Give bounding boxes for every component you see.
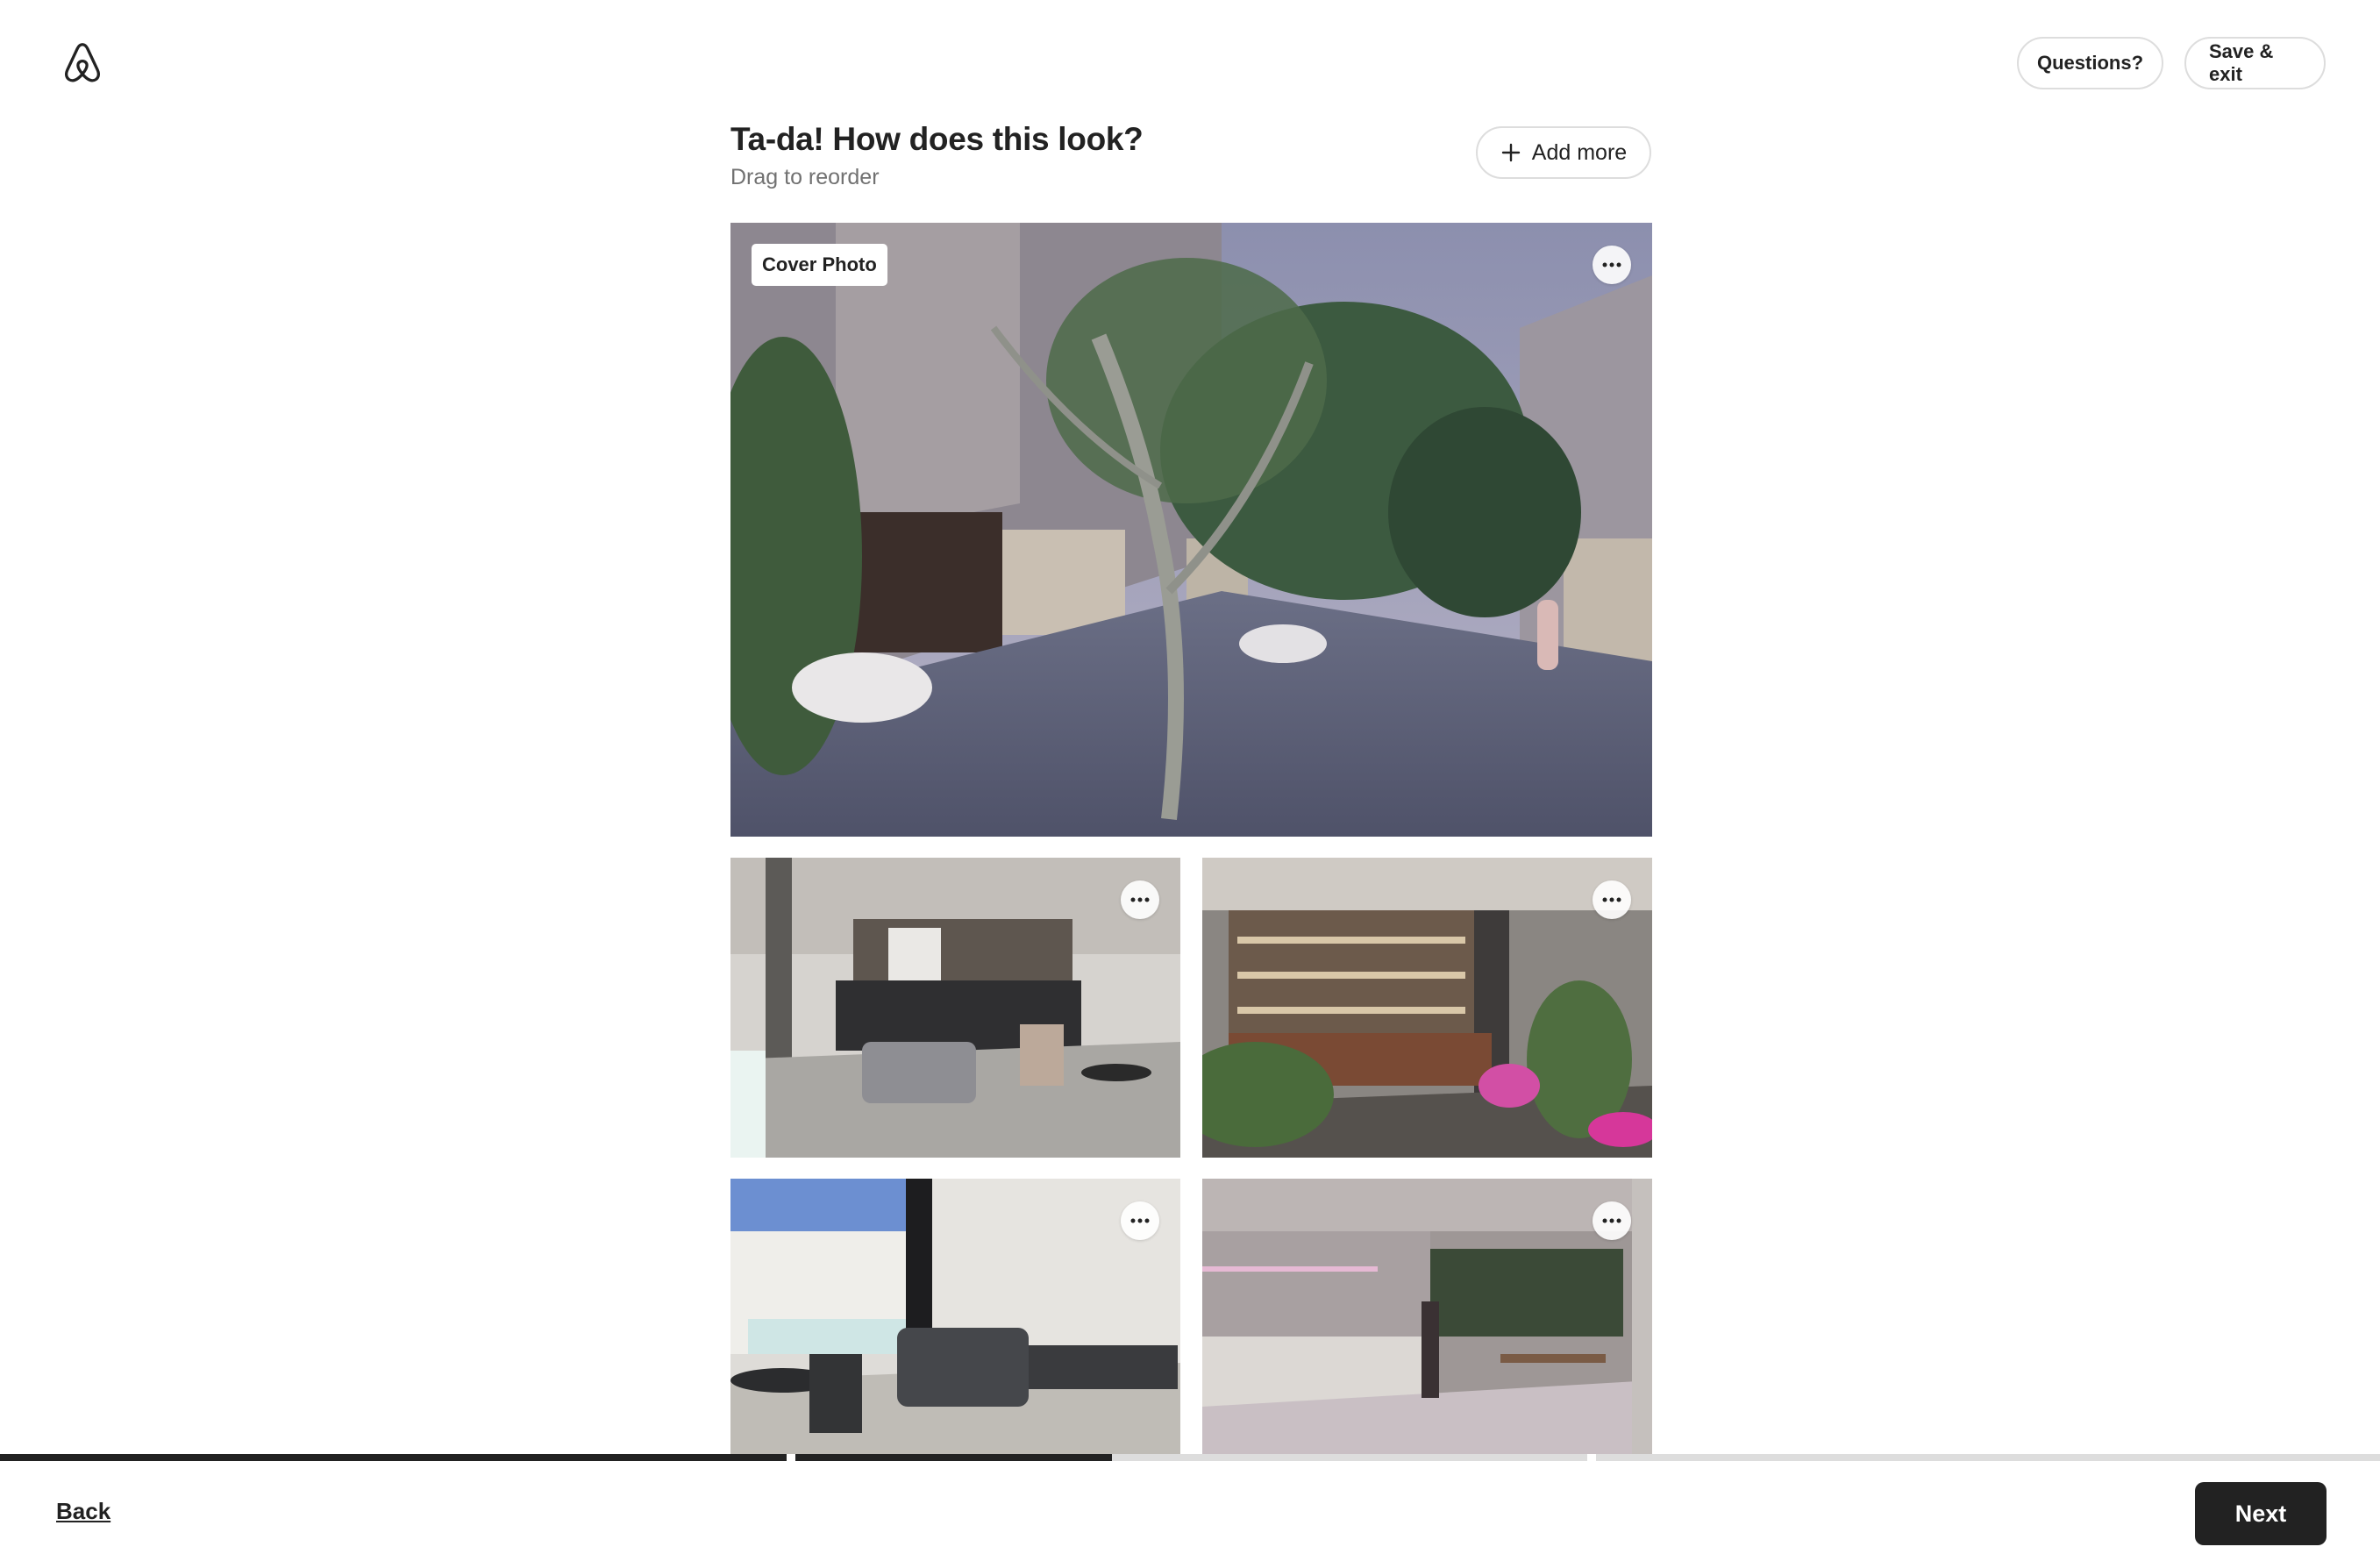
progress-fill: [795, 1454, 1113, 1461]
add-more-label: Add more: [1531, 139, 1628, 165]
cover-photo-badge: Cover Photo: [752, 244, 887, 286]
ellipsis-icon: [1130, 897, 1150, 902]
ellipsis-icon: [1130, 1218, 1150, 1223]
kitchen-image: [1202, 1179, 1652, 1454]
next-button[interactable]: Next: [2195, 1482, 2327, 1545]
header: Questions? Save & exit: [0, 0, 2380, 132]
save-exit-button[interactable]: Save & exit: [2184, 37, 2326, 89]
progress-fill: [0, 1454, 787, 1461]
cover-photo-image: [730, 223, 1652, 837]
photo-options-button[interactable]: [1593, 880, 1631, 919]
photo-options-button[interactable]: [1121, 880, 1159, 919]
page-title: Ta-da! How does this look?: [730, 121, 1144, 157]
page-subtitle: Drag to reorder: [730, 165, 880, 189]
progress-step-2: [795, 1454, 1587, 1461]
airbnb-logo-icon[interactable]: [61, 40, 103, 84]
photo-options-button[interactable]: [1593, 246, 1631, 284]
ellipsis-icon: [1602, 897, 1621, 902]
listing-photo[interactable]: [730, 1179, 1180, 1454]
progress-step-1: [0, 1454, 787, 1461]
cover-photo[interactable]: Cover Photo: [730, 223, 1652, 837]
add-more-button[interactable]: Add more: [1476, 126, 1651, 179]
photo-options-button[interactable]: [1593, 1201, 1631, 1240]
living-room-image: [730, 858, 1180, 1158]
listing-photo[interactable]: [1202, 858, 1652, 1158]
back-link[interactable]: Back: [56, 1498, 110, 1525]
ellipsis-icon: [1602, 262, 1621, 267]
footer: Back Next: [0, 1454, 2380, 1554]
living-room-pool-image: [730, 1179, 1180, 1454]
photo-options-button[interactable]: [1121, 1201, 1159, 1240]
listing-photo[interactable]: [1202, 1179, 1652, 1454]
ellipsis-icon: [1602, 1218, 1621, 1223]
progress-step-3: [1596, 1454, 2380, 1461]
progress-bar: [0, 1454, 2380, 1461]
bar-lounge-image: [1202, 858, 1652, 1158]
plus-icon: [1501, 143, 1520, 162]
questions-button[interactable]: Questions?: [2017, 37, 2163, 89]
listing-photo[interactable]: [730, 858, 1180, 1158]
